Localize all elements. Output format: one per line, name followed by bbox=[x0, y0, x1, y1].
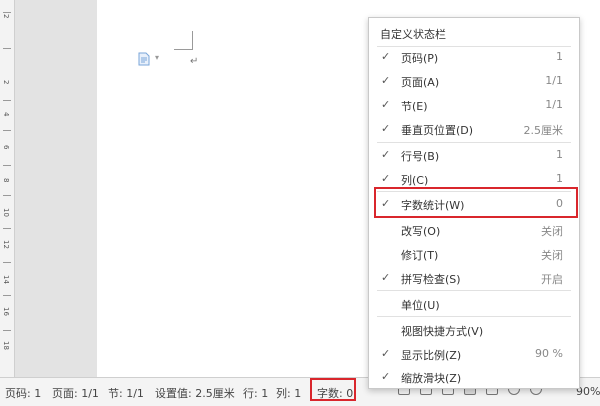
menu-item-value: 1/1 bbox=[545, 74, 563, 87]
ruler-tick bbox=[3, 330, 11, 331]
menu-item-value: 关闭 bbox=[541, 249, 563, 262]
check-icon: ✓ bbox=[381, 347, 391, 360]
status-column[interactable]: 列: 1 bbox=[276, 385, 301, 401]
menu-item-value: 1 bbox=[556, 172, 563, 185]
menu-item-label: 垂直页位置(D) bbox=[401, 124, 474, 137]
menu-item-track-changes[interactable]: 修订(T) 关闭 bbox=[369, 242, 579, 266]
menu-item-label: 拼写检查(S) bbox=[401, 273, 461, 286]
word-count-menu-highlight bbox=[374, 187, 578, 218]
menu-item-value: 1/1 bbox=[545, 98, 563, 111]
menu-item-page-number[interactable]: ✓ 页码(P) 1 bbox=[369, 45, 579, 69]
ruler-tick bbox=[3, 48, 11, 49]
check-icon: ✓ bbox=[381, 74, 391, 87]
paragraph-mark: ↵ bbox=[190, 56, 199, 67]
ruler-number: 12 bbox=[2, 240, 10, 249]
menu-item-label: 改写(O) bbox=[401, 225, 441, 238]
check-icon: ✓ bbox=[381, 98, 391, 111]
menu-item-value: 1 bbox=[556, 50, 563, 63]
menu-item-value: 关闭 bbox=[541, 225, 563, 238]
menu-item-value: 2.5厘米 bbox=[523, 124, 564, 137]
vertical-ruler[interactable]: 2 2 4 6 8 10 12 14 16 18 bbox=[0, 0, 15, 377]
menu-item-label: 行号(B) bbox=[401, 150, 440, 163]
menu-item-pages[interactable]: ✓ 页面(A) 1/1 bbox=[369, 69, 579, 93]
status-section[interactable]: 节: 1/1 bbox=[108, 385, 144, 401]
ruler-number: 16 bbox=[2, 307, 10, 316]
check-icon: ✓ bbox=[381, 50, 391, 63]
menu-title: 自定义状态栏 bbox=[380, 28, 446, 41]
menu-item-label: 缩放滑块(Z) bbox=[401, 372, 462, 385]
menu-item-value: 1 bbox=[556, 148, 563, 161]
check-icon: ✓ bbox=[381, 271, 391, 284]
menu-item-section[interactable]: ✓ 节(E) 1/1 bbox=[369, 93, 579, 117]
status-line[interactable]: 行: 1 bbox=[243, 385, 268, 401]
menu-item-view-shortcuts[interactable]: 视图快捷方式(V) bbox=[369, 318, 579, 342]
word-count-highlight bbox=[310, 378, 356, 401]
menu-item-label: 页码(P) bbox=[401, 52, 439, 65]
menu-item-label: 单位(U) bbox=[401, 299, 440, 312]
menu-separator bbox=[377, 316, 571, 317]
ruler-number: 18 bbox=[2, 341, 10, 350]
ruler-number: 2 bbox=[2, 80, 10, 85]
menu-item-unit[interactable]: 单位(U) bbox=[369, 292, 579, 316]
menu-item-value: 开启 bbox=[541, 273, 563, 286]
menu-item-spell-check[interactable]: ✓ 拼写检查(S) 开启 bbox=[369, 266, 579, 290]
ruler-number: 2 bbox=[2, 14, 10, 19]
menu-item-vertical-position[interactable]: ✓ 垂直页位置(D) 2.5厘米 bbox=[369, 117, 579, 141]
menu-item-zoom-ratio[interactable]: ✓ 显示比例(Z) 90 % bbox=[369, 342, 579, 366]
ruler-tick bbox=[3, 12, 11, 13]
menu-item-label: 修订(T) bbox=[401, 249, 439, 262]
ruler-tick bbox=[3, 165, 11, 166]
ruler-number: 10 bbox=[2, 208, 10, 217]
ruler-tick bbox=[3, 195, 11, 196]
ruler-number: 4 bbox=[2, 112, 10, 117]
menu-item-zoom-slider[interactable]: ✓ 缩放滑块(Z) bbox=[369, 365, 579, 389]
ruler-tick bbox=[3, 228, 11, 229]
check-icon: ✓ bbox=[381, 122, 391, 135]
ruler-number: 8 bbox=[2, 178, 10, 183]
status-page-number[interactable]: 页码: 1 bbox=[5, 385, 41, 401]
check-icon: ✓ bbox=[381, 148, 391, 161]
check-icon: ✓ bbox=[381, 172, 391, 185]
margin-corner-mark bbox=[174, 31, 193, 50]
menu-separator bbox=[377, 290, 571, 291]
chevron-down-icon[interactable]: ▾ bbox=[155, 53, 159, 62]
menu-item-label: 显示比例(Z) bbox=[401, 349, 462, 362]
menu-item-line-number[interactable]: ✓ 行号(B) 1 bbox=[369, 143, 579, 167]
ruler-tick bbox=[3, 295, 11, 296]
menu-item-value: 90 % bbox=[535, 347, 563, 360]
ruler-tick bbox=[3, 100, 11, 101]
document-icon[interactable] bbox=[137, 52, 153, 66]
menu-item-label: 节(E) bbox=[401, 100, 428, 113]
ruler-tick bbox=[3, 130, 11, 131]
ruler-tick bbox=[3, 262, 11, 263]
check-icon: ✓ bbox=[381, 370, 391, 383]
ruler-number: 14 bbox=[2, 275, 10, 284]
menu-item-label: 页面(A) bbox=[401, 76, 440, 89]
document-margin-area bbox=[15, 0, 97, 377]
ruler-number: 6 bbox=[2, 145, 10, 150]
status-page-count[interactable]: 页面: 1/1 bbox=[52, 385, 99, 401]
menu-item-label: 列(C) bbox=[401, 174, 429, 187]
menu-item-label: 视图快捷方式(V) bbox=[401, 325, 484, 338]
status-setting-value[interactable]: 设置值: 2.5厘米 bbox=[155, 385, 235, 401]
menu-item-overwrite[interactable]: 改写(O) 关闭 bbox=[369, 218, 579, 242]
